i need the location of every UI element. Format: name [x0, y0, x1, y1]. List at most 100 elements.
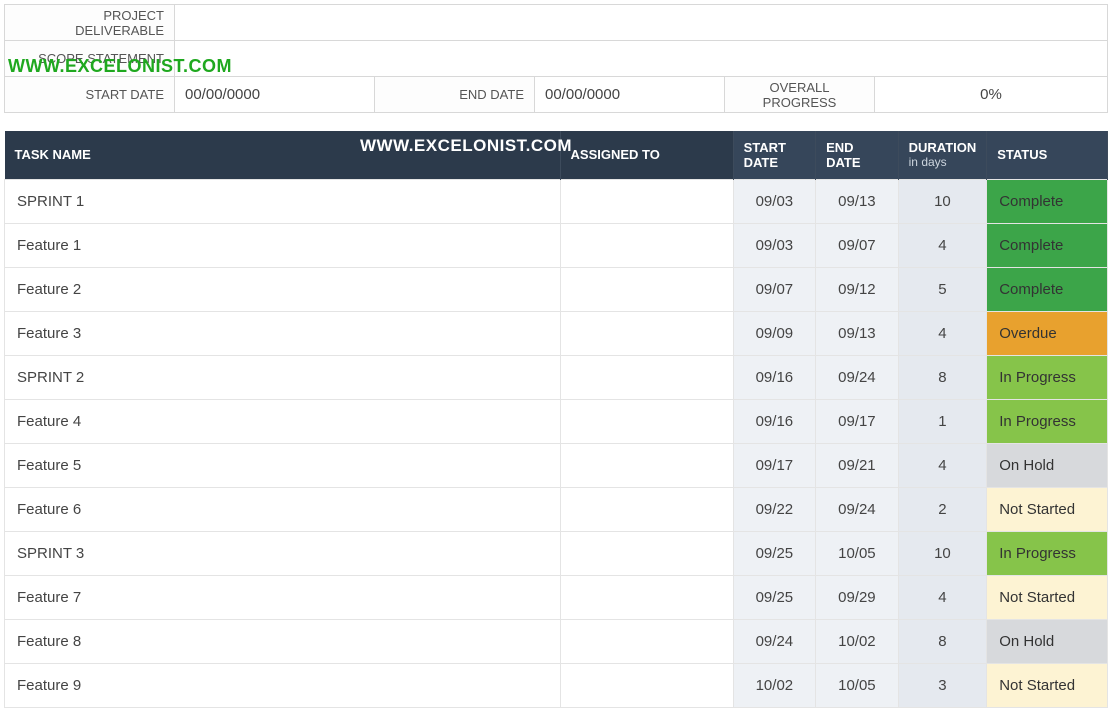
table-row[interactable]: Feature 3 09/0909/134Overdue	[5, 311, 1108, 355]
cell-duration[interactable]: 8	[898, 355, 987, 399]
cell-duration[interactable]: 4	[898, 443, 987, 487]
cell-duration[interactable]: 10	[898, 179, 987, 223]
cell-end-date[interactable]: 10/05	[816, 663, 899, 707]
table-row[interactable]: Feature 9 10/0210/053Not Started	[5, 663, 1108, 707]
cell-assigned-to[interactable]	[560, 531, 733, 575]
cell-start-date[interactable]: 09/03	[733, 179, 816, 223]
cell-assigned-to[interactable]	[560, 619, 733, 663]
cell-task-name[interactable]: Feature 5	[5, 443, 561, 487]
cell-start-date[interactable]: 09/25	[733, 531, 816, 575]
cell-start-date[interactable]: 09/22	[733, 487, 816, 531]
cell-end-date[interactable]: 09/24	[816, 355, 899, 399]
cell-task-name[interactable]: SPRINT 1	[5, 179, 561, 223]
cell-end-date[interactable]: 09/17	[816, 399, 899, 443]
cell-assigned-to[interactable]	[560, 663, 733, 707]
value-end-date[interactable]: 00/00/0000	[535, 77, 725, 113]
cell-assigned-to[interactable]	[560, 179, 733, 223]
table-row[interactable]: Feature 7 09/2509/294Not Started	[5, 575, 1108, 619]
label-end-date: END DATE	[375, 77, 535, 113]
cell-task-name[interactable]: Feature 2	[5, 267, 561, 311]
cell-start-date[interactable]: 09/16	[733, 355, 816, 399]
table-row[interactable]: Feature 1 09/0309/074Complete	[5, 223, 1108, 267]
cell-status[interactable]: Not Started	[987, 487, 1108, 531]
cell-duration[interactable]: 4	[898, 311, 987, 355]
cell-task-name[interactable]: SPRINT 2	[5, 355, 561, 399]
cell-start-date[interactable]: 09/03	[733, 223, 816, 267]
table-row[interactable]: Feature 6 09/2209/242Not Started	[5, 487, 1108, 531]
table-row[interactable]: SPRINT 2 09/1609/248In Progress	[5, 355, 1108, 399]
cell-assigned-to[interactable]	[560, 311, 733, 355]
cell-end-date[interactable]: 09/07	[816, 223, 899, 267]
cell-assigned-to[interactable]	[560, 355, 733, 399]
cell-duration[interactable]: 4	[898, 223, 987, 267]
table-row[interactable]: Feature 5 09/1709/214On Hold	[5, 443, 1108, 487]
cell-task-name[interactable]: Feature 9	[5, 663, 561, 707]
table-row[interactable]: SPRINT 1 09/0309/1310Complete	[5, 179, 1108, 223]
cell-status[interactable]: In Progress	[987, 531, 1108, 575]
cell-end-date[interactable]: 09/29	[816, 575, 899, 619]
cell-task-name[interactable]: Feature 8	[5, 619, 561, 663]
cell-status[interactable]: On Hold	[987, 443, 1108, 487]
value-deliverable[interactable]	[175, 5, 1108, 41]
table-row[interactable]: Feature 8 09/2410/028On Hold	[5, 619, 1108, 663]
cell-start-date[interactable]: 09/16	[733, 399, 816, 443]
label-overall-progress: OVERALL PROGRESS	[725, 77, 875, 113]
label-deliverable: PROJECT DELIVERABLE	[5, 5, 175, 41]
cell-end-date[interactable]: 10/05	[816, 531, 899, 575]
task-table: TASK NAME ASSIGNED TO START DATE END DAT…	[4, 131, 1108, 708]
col-duration-sub: in days	[909, 155, 977, 169]
cell-assigned-to[interactable]	[560, 399, 733, 443]
cell-status[interactable]: On Hold	[987, 619, 1108, 663]
cell-start-date[interactable]: 09/24	[733, 619, 816, 663]
cell-status[interactable]: Overdue	[987, 311, 1108, 355]
value-scope[interactable]	[175, 41, 1108, 77]
cell-duration[interactable]: 1	[898, 399, 987, 443]
table-row[interactable]: SPRINT 3 09/2510/0510In Progress	[5, 531, 1108, 575]
cell-end-date[interactable]: 09/13	[816, 179, 899, 223]
cell-duration[interactable]: 5	[898, 267, 987, 311]
cell-start-date[interactable]: 09/25	[733, 575, 816, 619]
cell-start-date[interactable]: 10/02	[733, 663, 816, 707]
col-duration: DURATION in days	[898, 131, 987, 179]
cell-task-name[interactable]: SPRINT 3	[5, 531, 561, 575]
value-start-date[interactable]: 00/00/0000	[175, 77, 375, 113]
cell-assigned-to[interactable]	[560, 223, 733, 267]
col-duration-title: DURATION	[909, 140, 977, 155]
cell-start-date[interactable]: 09/09	[733, 311, 816, 355]
cell-duration[interactable]: 3	[898, 663, 987, 707]
cell-start-date[interactable]: 09/17	[733, 443, 816, 487]
cell-task-name[interactable]: Feature 4	[5, 399, 561, 443]
label-scope: SCOPE STATEMENT	[5, 41, 175, 77]
cell-duration[interactable]: 8	[898, 619, 987, 663]
cell-task-name[interactable]: Feature 1	[5, 223, 561, 267]
cell-start-date[interactable]: 09/07	[733, 267, 816, 311]
table-row[interactable]: Feature 2 09/0709/125Complete	[5, 267, 1108, 311]
cell-end-date[interactable]: 09/12	[816, 267, 899, 311]
cell-duration[interactable]: 4	[898, 575, 987, 619]
cell-task-name[interactable]: Feature 6	[5, 487, 561, 531]
cell-status[interactable]: Complete	[987, 267, 1108, 311]
col-assigned-to: ASSIGNED TO	[560, 131, 733, 179]
col-start-date: START DATE	[733, 131, 816, 179]
cell-end-date[interactable]: 09/13	[816, 311, 899, 355]
cell-status[interactable]: In Progress	[987, 399, 1108, 443]
cell-assigned-to[interactable]	[560, 575, 733, 619]
col-end-date: END DATE	[816, 131, 899, 179]
cell-status[interactable]: In Progress	[987, 355, 1108, 399]
cell-assigned-to[interactable]	[560, 487, 733, 531]
cell-status[interactable]: Complete	[987, 179, 1108, 223]
label-start-date: START DATE	[5, 77, 175, 113]
cell-assigned-to[interactable]	[560, 267, 733, 311]
cell-status[interactable]: Complete	[987, 223, 1108, 267]
cell-duration[interactable]: 2	[898, 487, 987, 531]
table-row[interactable]: Feature 4 09/1609/171In Progress	[5, 399, 1108, 443]
cell-status[interactable]: Not Started	[987, 575, 1108, 619]
cell-end-date[interactable]: 10/02	[816, 619, 899, 663]
cell-task-name[interactable]: Feature 7	[5, 575, 561, 619]
cell-end-date[interactable]: 09/21	[816, 443, 899, 487]
cell-task-name[interactable]: Feature 3	[5, 311, 561, 355]
cell-assigned-to[interactable]	[560, 443, 733, 487]
cell-status[interactable]: Not Started	[987, 663, 1108, 707]
cell-end-date[interactable]: 09/24	[816, 487, 899, 531]
cell-duration[interactable]: 10	[898, 531, 987, 575]
